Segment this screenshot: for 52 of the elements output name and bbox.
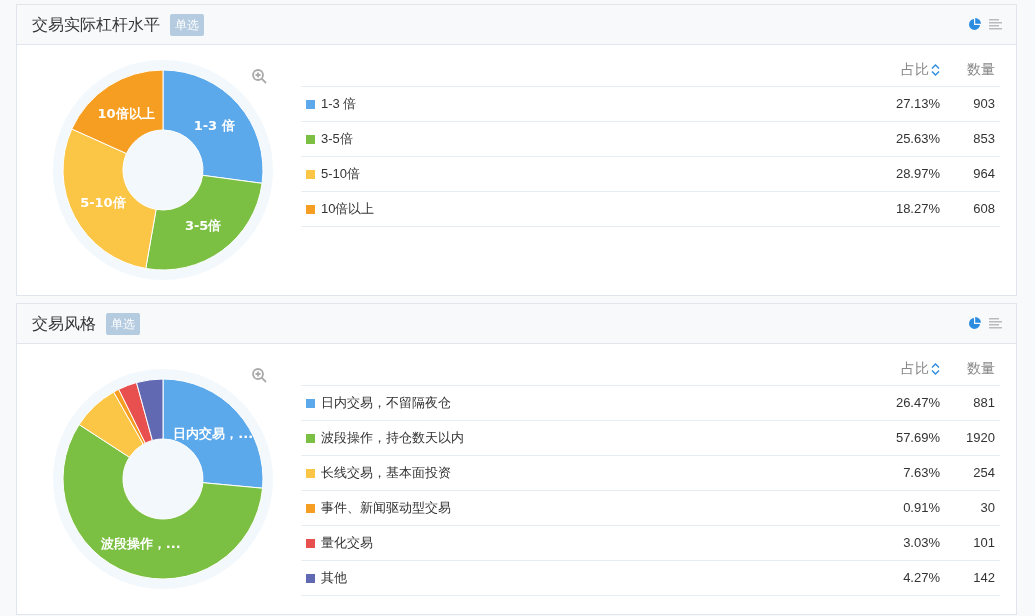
row-label: 5-10倍 (321, 165, 361, 184)
zoom-in-icon[interactable] (252, 368, 267, 384)
count-cell-text: 1920 (965, 429, 996, 448)
panel-title: 交易实际杠杆水平 (32, 14, 160, 35)
mode-tag: 单选 (106, 312, 140, 335)
mode-tag: 单选 (170, 13, 204, 36)
slice-label: 10倍以上 (97, 105, 155, 121)
row-label: 10倍以上 (321, 200, 375, 219)
row-label: 量化交易 (321, 534, 373, 553)
row-label: 长线交易，基本面投资 (321, 464, 451, 483)
slice-label: 3-5倍 (184, 217, 222, 233)
column-header[interactable]: 占比 (901, 61, 929, 77)
share-cell-text: 7.63% (902, 464, 940, 483)
slice-label: 波段操作，... (100, 536, 181, 552)
row-label: 3-5倍 (321, 130, 353, 149)
sort-icon[interactable] (931, 363, 940, 376)
count-cell-text: 881 (972, 394, 996, 413)
count-cell-text: 30 (979, 499, 996, 518)
share-cell-text: 18.27% (894, 200, 940, 219)
share-cell-text: 3.03% (902, 534, 940, 553)
column-header[interactable]: 占比 (901, 360, 929, 376)
count-cell-text: 903 (972, 95, 996, 114)
share-cell-text: 25.63% (894, 130, 940, 149)
row-label: 其他 (321, 569, 347, 588)
count-cell-text: 101 (972, 534, 996, 553)
slice-label: 日内交易，... (173, 426, 254, 442)
count-cell-text: 142 (972, 569, 996, 588)
list-icon[interactable] (989, 318, 1002, 329)
zoom-in-icon[interactable] (252, 69, 267, 85)
list-icon[interactable] (989, 19, 1002, 30)
pie-chart-icon[interactable] (968, 317, 981, 330)
pie-chart-icon[interactable] (968, 18, 981, 31)
panel-title: 交易风格 (32, 313, 96, 334)
count-cell-text: 964 (972, 165, 996, 184)
slice-label: 1-3 倍 (193, 118, 235, 134)
count-cell-text: 853 (972, 130, 996, 149)
share-cell-text: 0.91% (902, 499, 940, 518)
share-cell-text: 27.13% (894, 95, 940, 114)
share-cell-text: 57.69% (894, 429, 940, 448)
slice-label: 5-10倍 (80, 194, 126, 210)
column-header: 数量 (966, 359, 996, 378)
share-cell-text: 4.27% (902, 569, 940, 588)
column-header: 数量 (966, 60, 996, 79)
count-cell-text: 608 (972, 200, 996, 219)
row-label: 1-3 倍 (321, 95, 357, 114)
share-cell-text: 26.47% (894, 394, 940, 413)
row-label: 波段操作，持仓数天以内 (321, 429, 464, 448)
row-label: 日内交易，不留隔夜仓 (321, 394, 451, 413)
sort-icon[interactable] (931, 64, 940, 77)
count-cell-text: 254 (972, 464, 996, 483)
share-cell-text: 28.97% (894, 165, 940, 184)
row-label: 事件、新闻驱动型交易 (321, 499, 451, 518)
